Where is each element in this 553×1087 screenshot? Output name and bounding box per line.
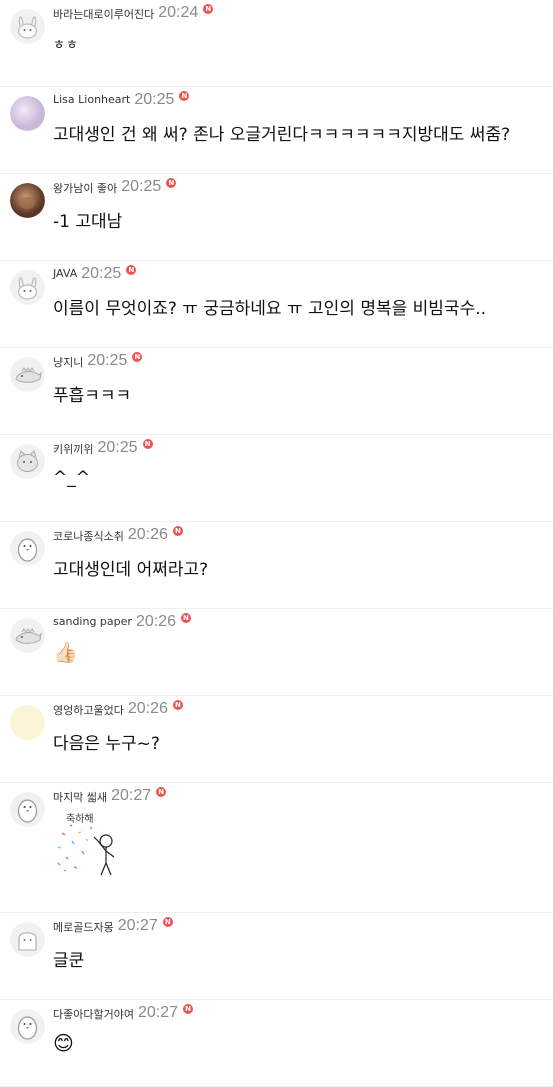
comment-meta: 다좋아다할거야여 20:27 N <box>53 1003 194 1023</box>
nickname[interactable]: 냥지니 <box>53 356 83 369</box>
comment-meta: 키위끼위 20:25 N <box>53 438 153 458</box>
comment-text: -1 고대남 <box>53 212 123 232</box>
new-badge-icon: N <box>132 352 143 362</box>
comment-meta: 코로나종식소취 20:26 N <box>53 525 183 545</box>
nickname[interactable]: JAVA <box>53 267 77 280</box>
rabbit-avatar[interactable] <box>10 9 45 44</box>
nickname[interactable]: 코로나종식소취 <box>53 530 124 543</box>
ghost-avatar[interactable] <box>10 922 45 957</box>
comment-text: 고대생인 건 왜 써? 존나 오글거린다ㅋㅋㅋㅋㅋㅋ지방대도 써줌? <box>53 125 511 145</box>
comment-text: 이름이 무엇이죠? ㅠ 궁금하네요 ㅠ 고인의 명복을 비빔국수.. <box>53 299 487 319</box>
comment-meta: sanding paper 20:26 N <box>53 612 191 632</box>
comment-text: ^_^ <box>53 468 90 488</box>
comment-meta: 마지막 씳새 20:27 N <box>53 786 167 806</box>
timestamp: 20:26 <box>127 700 168 717</box>
comment-text: 다음은 누구~? <box>53 734 160 754</box>
comment-text: 고대생인데 어쩌라고? <box>53 560 209 580</box>
dino-avatar[interactable] <box>10 357 45 392</box>
nickname[interactable]: 바라는대로이루어진다 <box>53 8 154 21</box>
timestamp: 20:25 <box>134 91 175 108</box>
new-badge-icon: N <box>162 917 173 927</box>
comment-item[interactable]: 영엉하고울었다 20:26 N 다음은 누구~? <box>0 696 553 783</box>
comment-meta: 메로골드자몽 20:27 N <box>53 916 173 936</box>
timestamp: 20:27 <box>137 1004 179 1021</box>
comment-text: ㅎㅎ <box>53 38 79 53</box>
comment-emoji: 😊 <box>53 1031 74 1055</box>
comment-text: 푸흡ㅋㅋㅋ <box>53 386 132 406</box>
new-badge-icon: N <box>166 178 177 188</box>
lilac-photo-avatar[interactable] <box>10 96 45 131</box>
brown-photo-avatar[interactable] <box>10 183 45 218</box>
timestamp: 20:25 <box>97 439 138 456</box>
comment-item[interactable]: 바라는대로이루어진다 20:24 N ㅎㅎ <box>0 0 553 87</box>
timestamp: 20:25 <box>121 178 162 195</box>
confetti-sticker: 축하해 <box>52 811 122 881</box>
comment-item[interactable]: 메로골드자몽 20:27 N 글쿤 <box>0 913 553 1000</box>
cream-avatar[interactable] <box>10 705 45 740</box>
nickname[interactable]: 다좋아다할거야여 <box>53 1008 134 1021</box>
penguin-avatar[interactable] <box>10 531 45 566</box>
rabbit-avatar[interactable] <box>10 270 45 305</box>
comment-item[interactable]: 냥지니 20:25 N 푸흡ㅋㅋㅋ <box>0 348 553 435</box>
comment-item[interactable]: 왕가남이 좋아 20:25 N -1 고대남 <box>0 174 553 261</box>
comment-emoji: 👍🏻 <box>53 640 78 664</box>
comment-meta: 바라는대로이루어진다 20:24 N <box>53 3 214 23</box>
nickname[interactable]: 영엉하고울었다 <box>53 704 124 717</box>
timestamp: 20:24 <box>158 4 199 21</box>
timestamp: 20:27 <box>117 917 158 934</box>
new-badge-icon: N <box>156 787 167 797</box>
nickname[interactable]: sanding paper <box>53 615 132 628</box>
timestamp: 20:26 <box>135 613 176 630</box>
nickname[interactable]: 마지막 씳새 <box>53 791 107 804</box>
new-badge-icon: N <box>179 91 190 101</box>
timestamp: 20:27 <box>111 787 152 804</box>
penguin-avatar[interactable] <box>10 1009 45 1044</box>
nickname[interactable]: 메로골드자몽 <box>53 921 114 934</box>
timestamp: 20:26 <box>127 526 168 543</box>
comment-item[interactable]: 코로나종식소취 20:26 N 고대생인데 어쩌라고? <box>0 522 553 609</box>
new-badge-icon: N <box>142 439 153 449</box>
new-badge-icon: N <box>180 613 191 623</box>
comment-item[interactable]: Lisa Lionheart 20:25 N 고대생인 건 왜 써? 존나 오글거린다… <box>0 87 553 174</box>
comment-meta: 냥지니 20:25 N <box>53 351 143 371</box>
nickname[interactable]: 왕가남이 좋아 <box>53 182 117 195</box>
cat-avatar[interactable] <box>10 444 45 479</box>
new-badge-icon: N <box>183 1004 194 1014</box>
timestamp: 20:25 <box>81 265 122 282</box>
comment-meta: 영엉하고울었다 20:26 N <box>53 699 183 719</box>
new-badge-icon: N <box>172 700 183 710</box>
comment-item[interactable]: JAVA 20:25 N 이름이 무엇이죠? ㅠ 궁금하네요 ㅠ 고인의 명복을 비빔… <box>0 261 553 348</box>
comment-item[interactable]: sanding paper 20:26 N 👍🏻 <box>0 609 553 696</box>
comment-item[interactable]: 마지막 씳새 20:27 N 축하해 <box>0 783 553 913</box>
comment-meta: 왕가남이 좋아 20:25 N <box>53 177 177 197</box>
nickname[interactable]: Lisa Lionheart <box>53 93 130 106</box>
comment-meta: Lisa Lionheart 20:25 N <box>53 90 190 110</box>
new-badge-icon: N <box>126 265 137 275</box>
dino-avatar[interactable] <box>10 618 45 653</box>
sticker-caption: 축하해 <box>66 812 94 825</box>
new-badge-icon: N <box>172 526 183 536</box>
comment-item[interactable]: 다좋아다할거야여 20:27 N 😊 <box>0 1000 553 1087</box>
comment-item[interactable]: 키위끼위 20:25 N ^_^ <box>0 435 553 522</box>
penguin-avatar[interactable] <box>10 792 45 827</box>
comment-text: 글쿤 <box>53 951 85 971</box>
new-badge-icon: N <box>203 4 214 14</box>
comment-meta: JAVA 20:25 N <box>53 264 137 284</box>
comment-list: 바라는대로이루어진다 20:24 N ㅎㅎ Lisa Lionheart 20:25 N 고대… <box>0 0 553 1087</box>
nickname[interactable]: 키위끼위 <box>53 443 93 456</box>
timestamp: 20:25 <box>87 352 128 369</box>
